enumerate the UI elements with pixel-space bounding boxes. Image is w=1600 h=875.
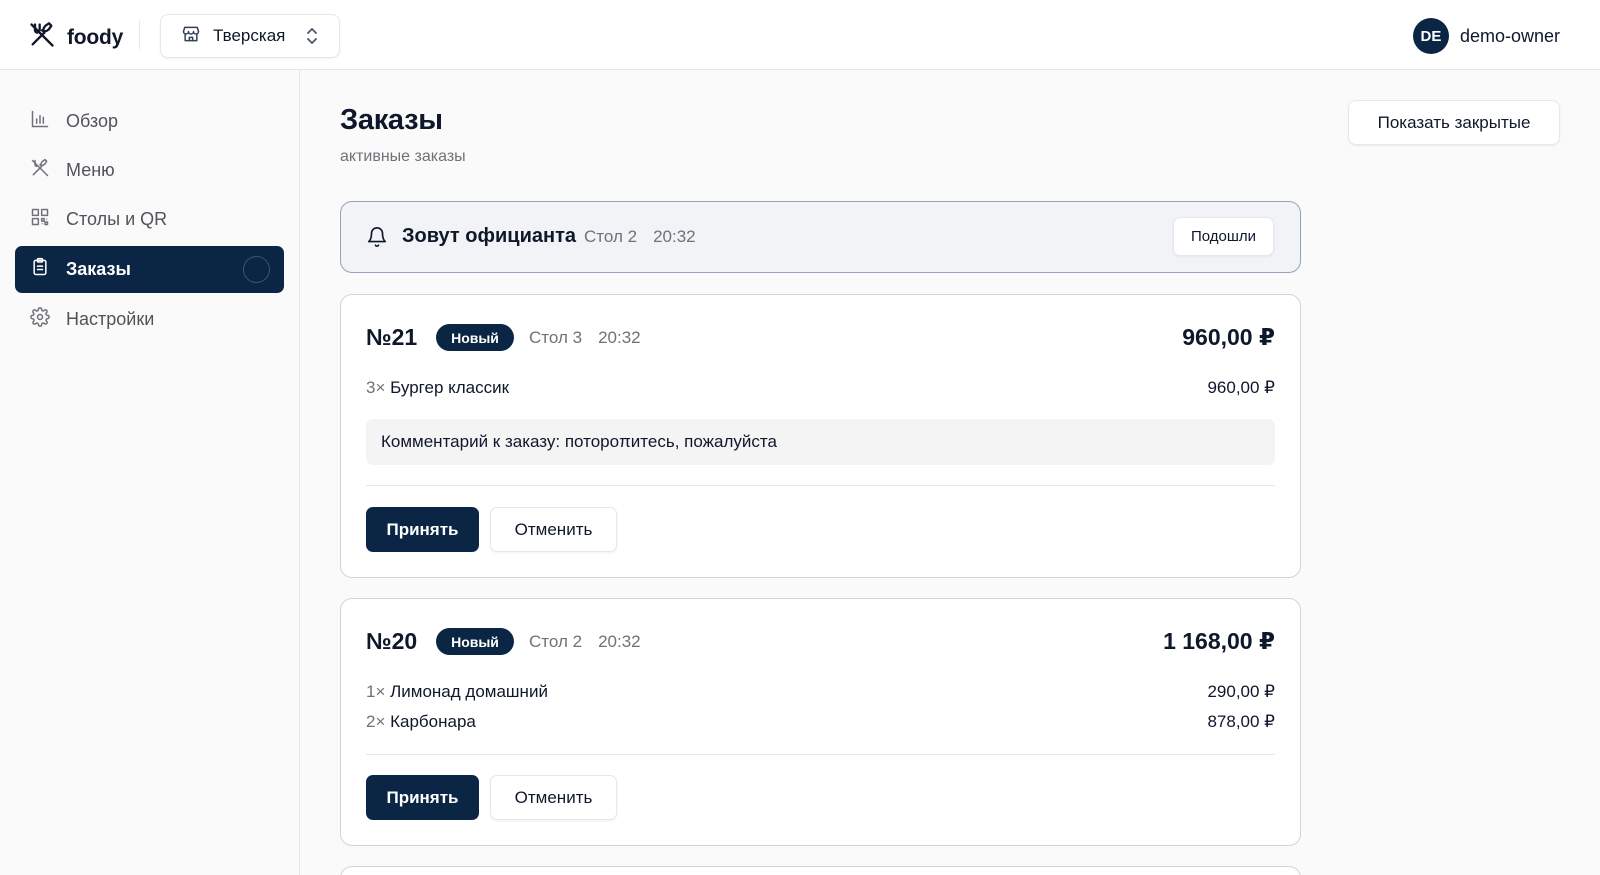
sidebar-item-label: Обзор: [66, 111, 118, 131]
item-name: Карбонара: [390, 712, 476, 731]
order-time: 20:32: [598, 632, 641, 651]
item-quantity: 2×: [366, 712, 386, 731]
sidebar-item-overview[interactable]: Обзор: [15, 98, 284, 145]
divider: [366, 754, 1275, 755]
waiter-came-button[interactable]: Подошли: [1173, 217, 1274, 256]
utensils-icon: [30, 158, 50, 183]
order-table: Стол 2: [529, 632, 583, 651]
item-quantity: 3×: [366, 378, 386, 397]
cancel-button[interactable]: Отменить: [490, 775, 617, 820]
order-total: 960,00 ₽: [1182, 324, 1275, 350]
order-number: №20: [366, 628, 418, 654]
item-price: 290,00 ₽: [1207, 682, 1275, 701]
cancel-button[interactable]: Отменить: [490, 507, 617, 552]
user-menu[interactable]: DE demo-owner: [1412, 18, 1560, 54]
order-header: №21 Новый Стол 3 20:32 960,00 ₽: [366, 324, 1275, 356]
chevron-up-down-icon: [305, 26, 319, 51]
bell-icon: [366, 226, 388, 248]
location-label: Тверская: [213, 26, 286, 45]
brand-name: foody: [67, 25, 124, 49]
waiter-call-table: Стол 2: [584, 227, 638, 246]
sidebar-item-label: Настройки: [66, 309, 155, 329]
accept-button[interactable]: Принять: [366, 507, 479, 552]
location-select[interactable]: Тверская: [160, 14, 340, 58]
order-meta: Стол 2 20:32: [529, 632, 641, 652]
order-item: 1× Лимонад домашний 290,00 ₽: [366, 682, 1275, 706]
accept-button[interactable]: Принять: [366, 775, 479, 820]
order-number: №21: [366, 324, 418, 350]
sidebar-item-menu[interactable]: Меню: [15, 147, 284, 194]
order-card: №20 Новый Стол 2 20:32 1 168,00 ₽ 1× Лим…: [340, 598, 1301, 846]
user-name: demo-owner: [1459, 25, 1560, 46]
sidebar-item-settings[interactable]: Настройки: [15, 296, 284, 343]
page-title: Заказы: [340, 104, 443, 136]
divider: [366, 485, 1275, 486]
order-card-partial: [340, 866, 1301, 875]
item-name: Бургер классик: [390, 378, 510, 397]
avatar: DE: [1412, 18, 1449, 54]
orders-count-badge: 3: [243, 256, 270, 283]
status-badge: Новый: [436, 324, 514, 351]
store-icon: [181, 24, 201, 49]
show-closed-button[interactable]: Показать закрытые: [1348, 100, 1560, 145]
gear-icon: [30, 307, 50, 332]
waiter-call-time: 20:32: [653, 227, 696, 246]
brand[interactable]: foody: [28, 21, 123, 54]
item-price: 960,00 ₽: [1207, 378, 1275, 397]
item-price: 878,00 ₽: [1207, 712, 1275, 731]
top-bar: foody Тверская DE demo-owner: [0, 0, 1600, 70]
waiter-call-alert: Зовут официанта Стол 2 20:32 Подошли: [340, 201, 1301, 273]
order-item: 3× Бургер классик 960,00 ₽: [366, 378, 1275, 402]
header-divider: [139, 21, 140, 49]
utensils-logo-icon: [28, 21, 56, 54]
order-item: 2× Карбонара 878,00 ₽: [366, 712, 1275, 736]
order-time: 20:32: [598, 328, 641, 347]
item-quantity: 1×: [366, 682, 386, 701]
order-table: Стол 3: [529, 328, 583, 347]
sidebar: Обзор Меню Столы и QR Заказы 3 Настройки: [0, 70, 300, 875]
clipboard-icon: [30, 257, 50, 282]
waiter-call-meta: Стол 2 20:32: [584, 227, 696, 247]
sidebar-item-tables-qr[interactable]: Столы и QR: [15, 196, 284, 243]
waiter-call-title: Зовут официанта: [402, 225, 576, 247]
order-comment: Комментарий к заказу: потороπитесь, пожа…: [366, 419, 1275, 465]
order-card: №21 Новый Стол 3 20:32 960,00 ₽ 3× Бурге…: [340, 294, 1301, 578]
item-name: Лимонад домашний: [390, 682, 548, 701]
order-total: 1 168,00 ₽: [1163, 628, 1275, 654]
qr-code-icon: [30, 207, 50, 232]
order-meta: Стол 3 20:32: [529, 328, 641, 348]
order-header: №20 Новый Стол 2 20:32 1 168,00 ₽: [366, 628, 1275, 660]
sidebar-item-label: Меню: [66, 160, 115, 180]
sidebar-item-label: Заказы: [66, 259, 131, 279]
status-badge: Новый: [436, 628, 514, 655]
bar-chart-icon: [30, 109, 50, 134]
sidebar-item-orders[interactable]: Заказы 3: [15, 246, 284, 293]
sidebar-item-label: Столы и QR: [66, 209, 168, 229]
page-subtitle: активные заказы: [340, 148, 466, 165]
